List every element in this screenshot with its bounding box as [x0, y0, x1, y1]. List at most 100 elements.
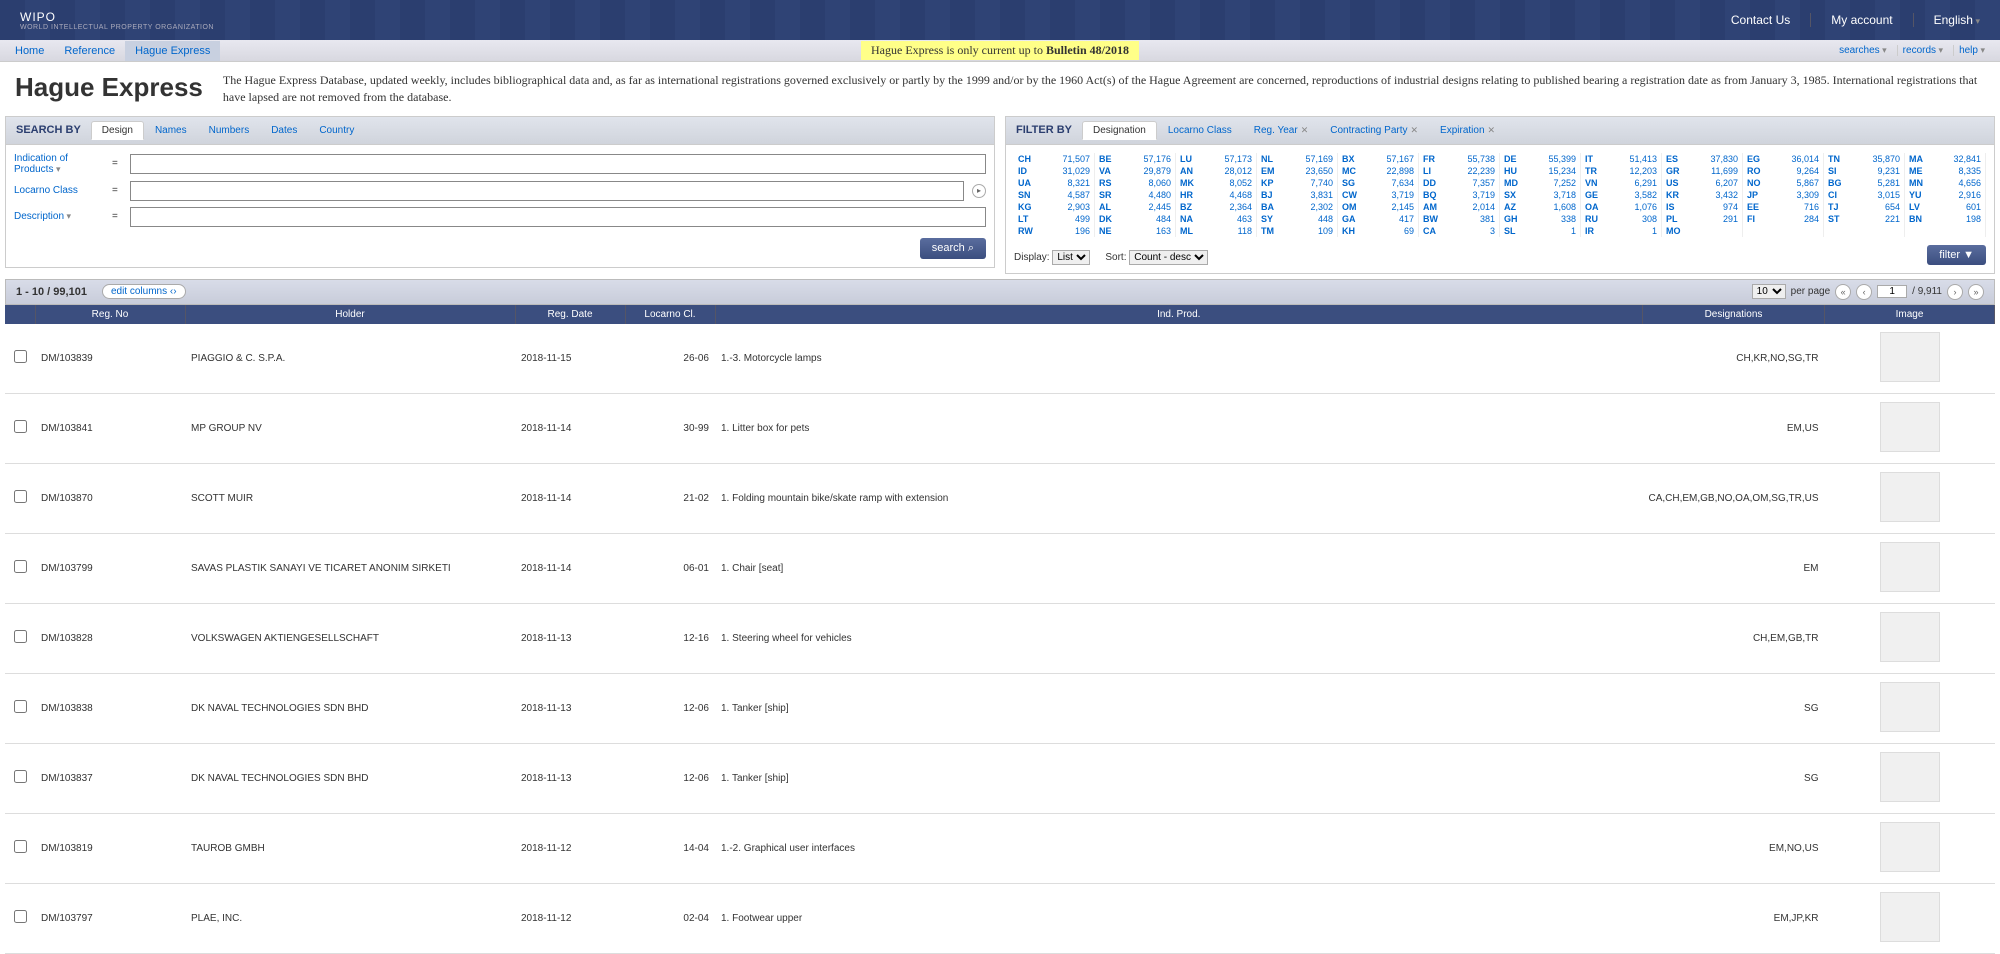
filter-tab-locarno-class[interactable]: Locarno Class — [1157, 121, 1243, 140]
row-checkbox[interactable] — [14, 350, 27, 363]
designation-cell[interactable]: RU308 — [1581, 213, 1662, 225]
designation-cell[interactable]: BJ3,831 — [1257, 189, 1338, 201]
designation-cell[interactable]: GA417 — [1338, 213, 1419, 225]
designation-cell[interactable]: AN28,012 — [1176, 165, 1257, 177]
tool-searches[interactable]: searches — [1834, 45, 1892, 56]
row-checkbox[interactable] — [14, 840, 27, 853]
designation-cell[interactable]: RW196 — [1014, 225, 1095, 237]
designation-cell[interactable]: LT499 — [1014, 213, 1095, 225]
tab-names[interactable]: Names — [144, 121, 198, 140]
filter-tab-reg-year[interactable]: Reg. Year✕ — [1243, 121, 1319, 140]
designation-cell[interactable]: GH338 — [1500, 213, 1581, 225]
row-checkbox[interactable] — [14, 700, 27, 713]
language-select[interactable]: English — [1913, 13, 1980, 27]
designation-cell[interactable]: GE3,582 — [1581, 189, 1662, 201]
display-select[interactable]: List — [1052, 250, 1090, 265]
designation-cell[interactable]: FR55,738 — [1419, 153, 1500, 165]
designation-cell[interactable]: GR11,699 — [1662, 165, 1743, 177]
designation-cell[interactable]: KG2,903 — [1014, 201, 1095, 213]
close-icon[interactable]: ✕ — [1301, 125, 1309, 135]
filter-button[interactable]: filter ▼ — [1927, 245, 1986, 265]
nav-reference[interactable]: Reference — [54, 41, 125, 61]
thumbnail-image[interactable] — [1880, 472, 1940, 522]
designation-cell[interactable]: VA29,879 — [1095, 165, 1176, 177]
label-indication[interactable]: Indication of Products — [14, 153, 104, 175]
table-row[interactable]: DM/103819TAUROB GMBH2018-11-1214-041.-2.… — [5, 813, 1995, 883]
per-page-select[interactable]: 10 — [1752, 284, 1786, 299]
table-row[interactable]: DM/103799SAVAS PLASTIK SANAYI VE TICARET… — [5, 533, 1995, 603]
next-page-button[interactable]: › — [1947, 284, 1963, 300]
designation-cell[interactable]: EG36,014 — [1743, 153, 1824, 165]
designation-cell[interactable]: ID31,029 — [1014, 165, 1095, 177]
designation-cell[interactable]: DK484 — [1095, 213, 1176, 225]
close-icon[interactable]: ✕ — [1488, 125, 1496, 135]
designation-cell[interactable]: NL57,169 — [1257, 153, 1338, 165]
row-checkbox[interactable] — [14, 910, 27, 923]
nav-home[interactable]: Home — [5, 41, 54, 61]
designation-cell[interactable]: US6,207 — [1662, 177, 1743, 189]
designation-cell[interactable]: NE163 — [1095, 225, 1176, 237]
table-row[interactable]: DM/103838DK NAVAL TECHNOLOGIES SDN BHD20… — [5, 673, 1995, 743]
designation-cell[interactable]: IS974 — [1662, 201, 1743, 213]
designation-cell[interactable]: TJ654 — [1824, 201, 1905, 213]
last-page-button[interactable]: » — [1968, 284, 1984, 300]
column-header[interactable]: Locarno Cl. — [625, 305, 715, 324]
filter-tab-designation[interactable]: Designation — [1082, 121, 1157, 140]
search-button[interactable]: search ⌕ — [920, 238, 986, 259]
designation-cell[interactable]: CI3,015 — [1824, 189, 1905, 201]
designation-cell[interactable]: MC22,898 — [1338, 165, 1419, 177]
thumbnail-image[interactable] — [1880, 612, 1940, 662]
designation-cell[interactable]: SI9,231 — [1824, 165, 1905, 177]
tab-numbers[interactable]: Numbers — [198, 121, 261, 140]
designation-cell[interactable]: RS8,060 — [1095, 177, 1176, 189]
description-input[interactable] — [130, 207, 986, 227]
designation-cell[interactable]: AM2,014 — [1419, 201, 1500, 213]
designation-cell[interactable]: OM2,145 — [1338, 201, 1419, 213]
designation-cell[interactable]: ES37,830 — [1662, 153, 1743, 165]
designation-cell[interactable]: IT51,413 — [1581, 153, 1662, 165]
thumbnail-image[interactable] — [1880, 752, 1940, 802]
designation-cell[interactable]: SY448 — [1257, 213, 1338, 225]
filter-tab-expiration[interactable]: Expiration✕ — [1429, 121, 1506, 140]
designation-cell[interactable]: TM109 — [1257, 225, 1338, 237]
row-checkbox[interactable] — [14, 770, 27, 783]
table-row[interactable]: DM/103828VOLKSWAGEN AKTIENGESELLSCHAFT20… — [5, 603, 1995, 673]
tool-help[interactable]: help — [1953, 45, 1990, 56]
designation-cell[interactable]: SL1 — [1500, 225, 1581, 237]
designation-cell[interactable]: VN6,291 — [1581, 177, 1662, 189]
designation-cell[interactable]: DD7,357 — [1419, 177, 1500, 189]
my-account-link[interactable]: My account — [1810, 13, 1892, 27]
tab-design[interactable]: Design — [91, 121, 144, 140]
table-row[interactable]: DM/103839PIAGGIO & C. S.P.A.2018-11-1526… — [5, 324, 1995, 394]
prev-page-button[interactable]: ‹ — [1856, 284, 1872, 300]
locarno-browse-icon[interactable]: ▸ — [972, 184, 986, 198]
designation-cell[interactable]: HU15,234 — [1500, 165, 1581, 177]
column-header[interactable]: Reg. Date — [515, 305, 625, 324]
designation-cell[interactable]: JP3,309 — [1743, 189, 1824, 201]
designation-cell[interactable]: IR1 — [1581, 225, 1662, 237]
column-header[interactable] — [5, 305, 35, 324]
thumbnail-image[interactable] — [1880, 332, 1940, 382]
designation-cell[interactable]: NA463 — [1176, 213, 1257, 225]
designation-cell[interactable]: BW381 — [1419, 213, 1500, 225]
designation-cell[interactable]: HR4,468 — [1176, 189, 1257, 201]
column-header[interactable]: Reg. No — [35, 305, 185, 324]
column-header[interactable]: Designations — [1642, 305, 1824, 324]
designation-cell[interactable]: MK8,052 — [1176, 177, 1257, 189]
label-description[interactable]: Description — [14, 211, 104, 222]
nav-hague-express[interactable]: Hague Express — [125, 41, 220, 61]
designation-cell[interactable]: MN4,656 — [1905, 177, 1986, 189]
table-row[interactable]: DM/103870SCOTT MUIR2018-11-1421-021. Fol… — [5, 463, 1995, 533]
column-header[interactable]: Holder — [185, 305, 515, 324]
contact-link[interactable]: Contact Us — [1711, 13, 1790, 27]
designation-cell[interactable]: PL291 — [1662, 213, 1743, 225]
designation-cell[interactable]: FI284 — [1743, 213, 1824, 225]
designation-cell[interactable]: OA1,076 — [1581, 201, 1662, 213]
designation-cell[interactable]: YU2,916 — [1905, 189, 1986, 201]
first-page-button[interactable]: « — [1835, 284, 1851, 300]
page-input[interactable] — [1877, 285, 1907, 298]
designation-cell[interactable]: RO9,264 — [1743, 165, 1824, 177]
designation-cell[interactable]: LV601 — [1905, 201, 1986, 213]
column-header[interactable]: Ind. Prod. — [715, 305, 1642, 324]
designation-cell[interactable]: SG7,634 — [1338, 177, 1419, 189]
